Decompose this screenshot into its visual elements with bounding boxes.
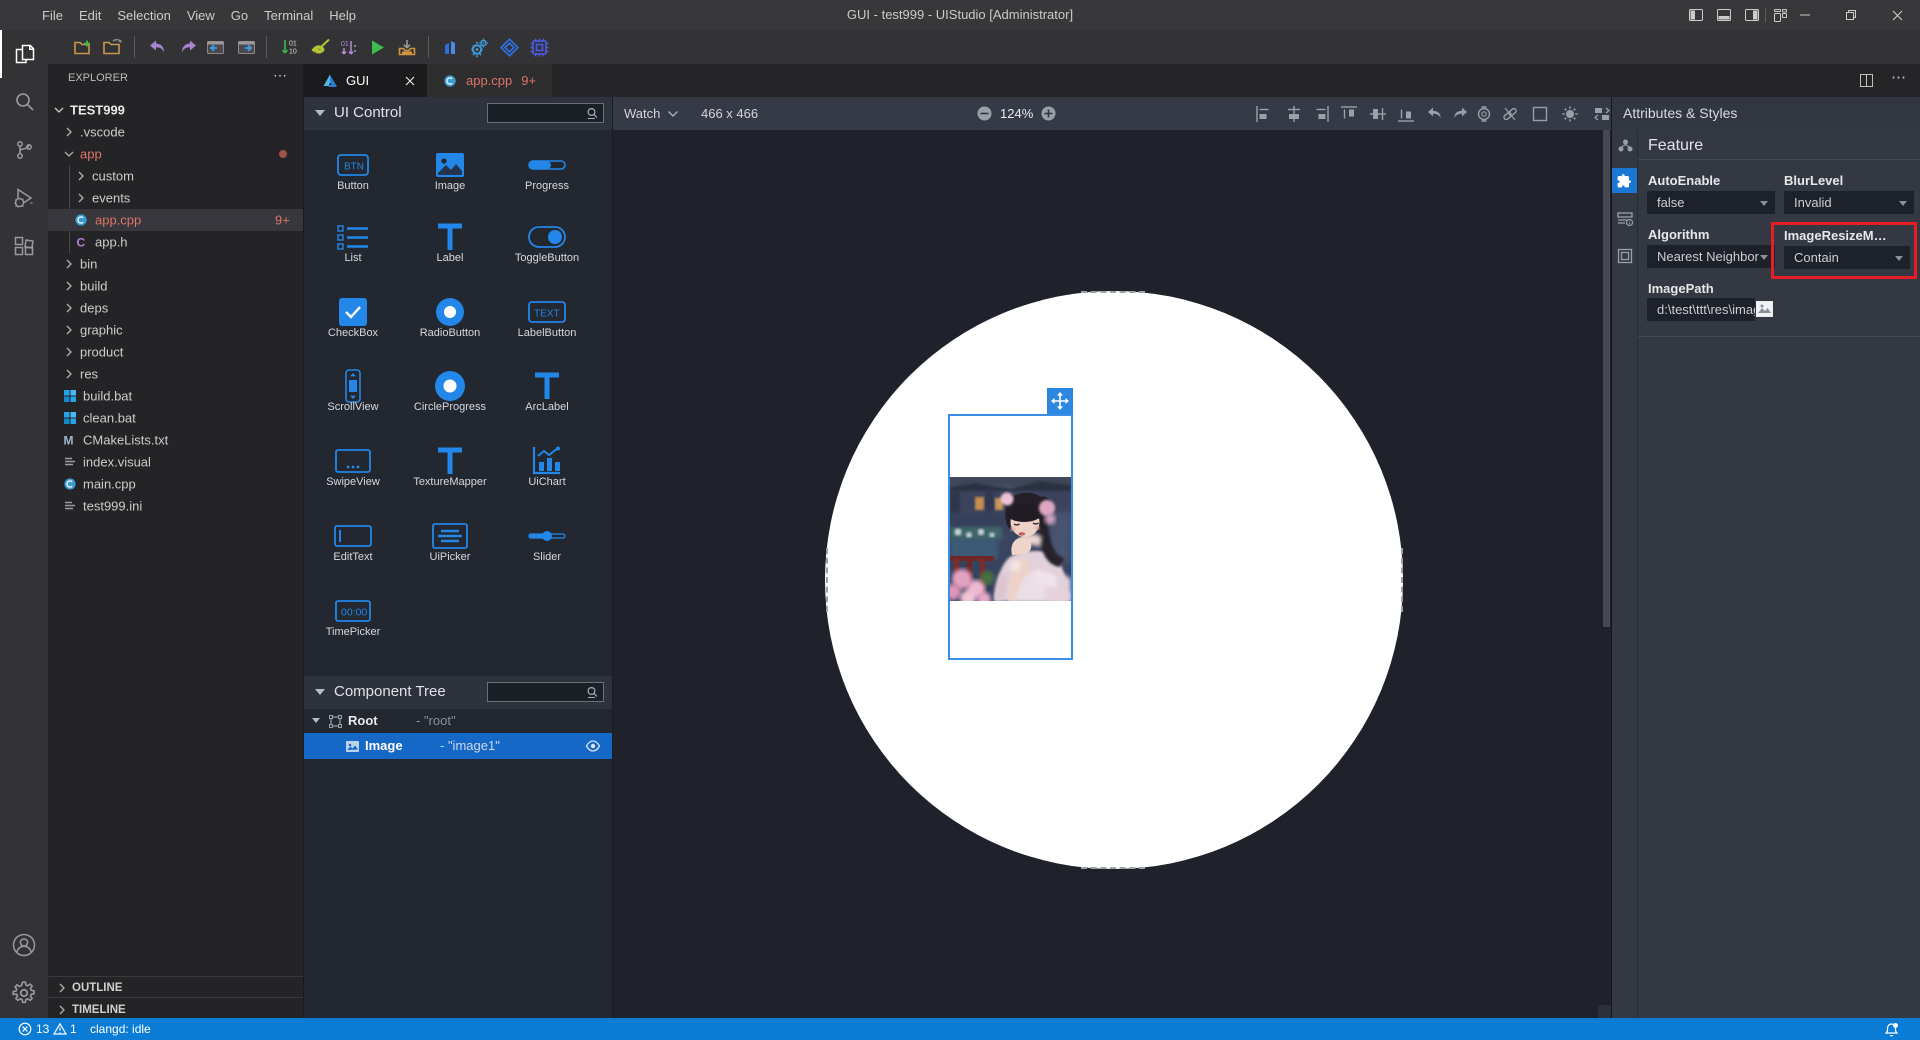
svg-text:01: 01	[289, 41, 297, 48]
svg-text:C: C	[77, 236, 86, 250]
svg-text:01: 01	[341, 41, 349, 48]
svg-text:10: 10	[289, 49, 297, 56]
svg-text:M: M	[64, 434, 74, 448]
svg-text:TEXT: TEXT	[534, 309, 560, 320]
svg-text:BTN: BTN	[344, 162, 364, 173]
svg-text:00:00: 00:00	[341, 607, 367, 619]
